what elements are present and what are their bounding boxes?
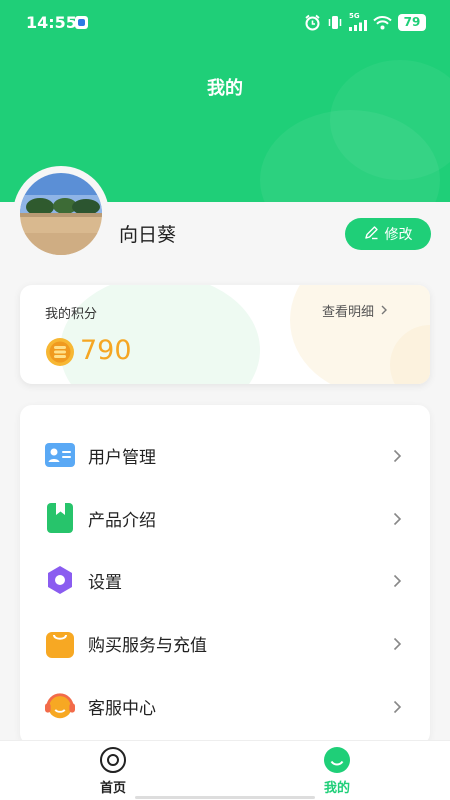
- avatar[interactable]: [20, 173, 102, 255]
- menu-item-label: 客服中心: [88, 698, 156, 719]
- vibrate-icon: [327, 14, 343, 31]
- chevron-right-icon: [390, 636, 404, 651]
- network-type: 5G: [349, 12, 360, 20]
- menu-item-label: 购买服务与充值: [88, 635, 207, 656]
- tab-label: 我的: [323, 781, 350, 796]
- chevron-right-icon: [390, 448, 404, 463]
- signal-icon: 5G: [349, 13, 367, 31]
- status-icons: 5G 79: [304, 13, 426, 31]
- customer-service-icon: [45, 691, 75, 721]
- menu-item-label: 设置: [88, 572, 122, 593]
- edit-profile-button[interactable]: 修改: [345, 218, 431, 250]
- shopping-bag-icon: [45, 628, 75, 658]
- alarm-icon: [304, 14, 321, 31]
- username: 向日葵: [119, 224, 177, 246]
- menu-item-purchase-recharge[interactable]: 购买服务与充值: [20, 615, 430, 671]
- pencil-icon: [364, 225, 379, 244]
- bookmark-book-icon: [45, 503, 75, 533]
- wifi-icon: [373, 15, 392, 30]
- status-bar: 14:55 5G 79: [0, 0, 450, 46]
- points-label: 我的积分: [45, 307, 98, 322]
- chevron-right-icon: [390, 511, 404, 526]
- home-indicator[interactable]: [135, 796, 315, 799]
- tab-mine[interactable]: 我的: [297, 746, 377, 798]
- menu-item-label: 产品介绍: [88, 510, 156, 531]
- home-target-icon: [99, 746, 127, 774]
- tab-home[interactable]: 首页: [73, 746, 153, 798]
- points-detail-label: 查看明细: [321, 305, 374, 320]
- chevron-right-icon: [390, 699, 404, 714]
- status-time: 14:55: [26, 13, 77, 32]
- menu-item-product-intro[interactable]: 产品介绍: [20, 490, 430, 546]
- tab-label: 首页: [99, 781, 126, 796]
- app-notification-icon: [75, 16, 88, 29]
- menu-item-user-management[interactable]: 用户管理: [20, 427, 430, 483]
- page-title: 我的: [207, 78, 243, 99]
- coin-icon: [45, 337, 75, 367]
- chevron-right-icon: [378, 301, 390, 320]
- menu-card: 用户管理 产品介绍 设置 购买服务与充值 客服中心: [20, 405, 430, 745]
- points-card: 我的积分 查看明细 790: [20, 285, 430, 384]
- smile-face-icon: [323, 746, 351, 774]
- menu-item-settings[interactable]: 设置: [20, 552, 430, 608]
- edit-button-label: 修改: [384, 227, 413, 243]
- menu-item-customer-service[interactable]: 客服中心: [20, 678, 430, 734]
- hexagon-settings-icon: [45, 565, 75, 595]
- user-card-icon: [45, 440, 75, 470]
- battery-icon: 79: [398, 13, 426, 31]
- menu-item-label: 用户管理: [88, 447, 156, 468]
- points-value: 790: [80, 335, 132, 366]
- bottom-tab-bar: 首页 我的: [0, 740, 450, 800]
- points-detail-link[interactable]: 查看明细: [322, 301, 390, 320]
- chevron-right-icon: [390, 573, 404, 588]
